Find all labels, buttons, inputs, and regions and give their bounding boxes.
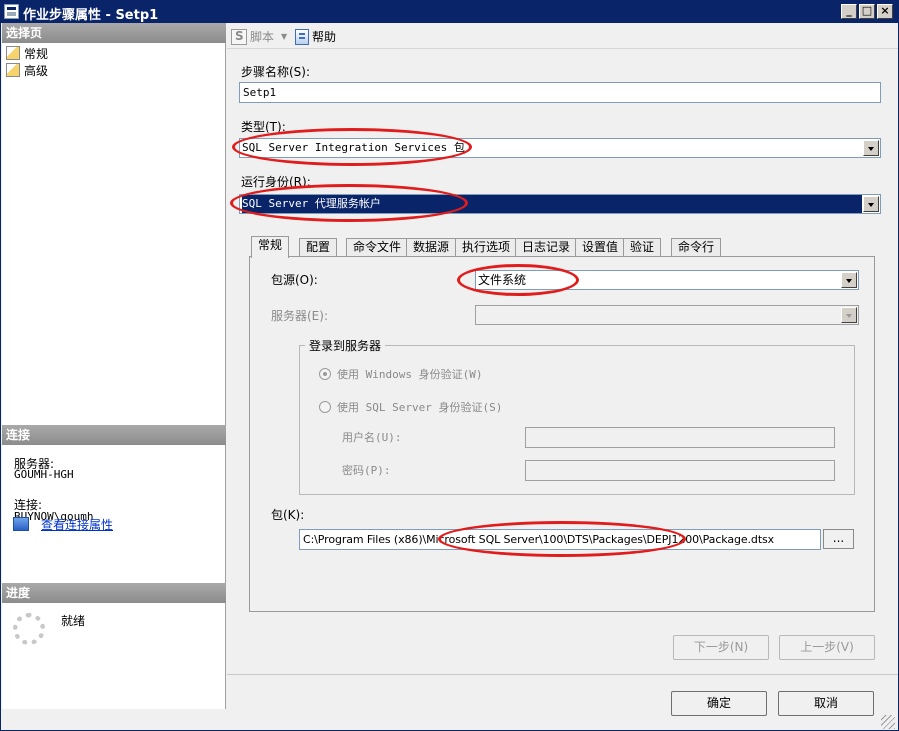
step-name-label: 步骤名称(S):	[241, 65, 311, 79]
minimize-button[interactable]: _	[841, 4, 857, 19]
package-label: 包(K):	[271, 508, 305, 522]
page-advanced-label: 高级	[24, 63, 49, 78]
toolbar: 脚本 ▼ 帮助	[227, 23, 898, 49]
server-value: GOUMH-HGH	[14, 468, 74, 481]
annotation-ellipse-package-path	[438, 521, 686, 557]
step-name-input[interactable]: Setp1	[239, 82, 881, 103]
password-input[interactable]	[525, 460, 835, 481]
connection-properties-icon	[13, 517, 29, 531]
view-connection-properties-link[interactable]: 查看连接属性	[41, 516, 113, 533]
tab-general[interactable]: 常规	[251, 236, 290, 258]
password-label: 密码(P):	[342, 464, 391, 477]
username-input[interactable]	[525, 427, 835, 448]
previous-step-button[interactable]: 上一步(V)	[779, 635, 875, 660]
script-icon	[231, 28, 247, 45]
footer-divider	[227, 674, 898, 675]
login-groupbox-title: 登录到服务器	[305, 337, 386, 354]
next-step-button[interactable]: 下一步(N)	[673, 635, 769, 660]
page-settings-icon	[6, 63, 20, 77]
annotation-ellipse-package-source	[457, 264, 579, 296]
select-page-header: 选择页	[2, 23, 226, 43]
help-button[interactable]: 帮助	[295, 28, 336, 45]
close-button[interactable]: ×	[877, 4, 893, 19]
maximize-button[interactable]: □	[859, 4, 875, 19]
radio-checked-icon	[319, 368, 331, 380]
script-label: 脚本	[250, 30, 275, 44]
chevron-down-icon[interactable]	[841, 307, 857, 323]
progress-spinner-icon	[13, 613, 45, 645]
sql-auth-radio[interactable]: 使用 SQL Server 身份验证(S)	[319, 399, 502, 415]
window-icon	[4, 4, 19, 19]
job-step-properties-window: 作业步骤属性 - Setp1 _ □ × 选择页 常规 高级 连接 服务器: G…	[0, 0, 899, 731]
page-general-label: 常规	[24, 46, 49, 61]
server-field-label: 服务器(E):	[271, 309, 328, 323]
annotation-ellipse-type	[232, 128, 472, 166]
page-settings-icon	[6, 46, 20, 60]
cancel-button[interactable]: 取消	[778, 691, 874, 716]
script-dropdown-arrow-icon[interactable]: ▼	[281, 32, 287, 41]
page-advanced[interactable]: 高级	[6, 62, 48, 78]
tab-set-values[interactable]: 设置值	[575, 238, 626, 257]
script-button[interactable]: 脚本 ▼	[231, 28, 287, 45]
tab-logging[interactable]: 日志记录	[515, 238, 578, 257]
tab-configuration[interactable]: 配置	[299, 238, 338, 257]
page-general[interactable]: 常规	[6, 45, 48, 61]
chevron-down-icon[interactable]	[841, 272, 857, 288]
annotation-ellipse-run-as	[230, 184, 468, 222]
connection-header: 连接	[2, 425, 226, 445]
resize-grip-icon[interactable]	[881, 715, 895, 729]
chevron-down-icon[interactable]	[863, 196, 879, 212]
radio-unchecked-icon	[319, 401, 331, 413]
ok-button[interactable]: 确定	[671, 691, 767, 716]
tab-verification[interactable]: 验证	[623, 238, 662, 257]
progress-status: 就绪	[61, 614, 86, 628]
package-source-label: 包源(O):	[271, 273, 318, 287]
chevron-down-icon[interactable]	[863, 140, 879, 156]
help-label: 帮助	[312, 30, 337, 44]
tab-command-line[interactable]: 命令行	[671, 238, 722, 257]
left-pane: 选择页 常规 高级 连接 服务器: GOUMH-HGH 连接: BUYNOW\g…	[2, 23, 226, 709]
windows-auth-radio[interactable]: 使用 Windows 身份验证(W)	[319, 366, 482, 382]
sql-auth-label: 使用 SQL Server 身份验证(S)	[337, 401, 503, 414]
username-label: 用户名(U):	[342, 431, 402, 444]
windows-auth-label: 使用 Windows 身份验证(W)	[337, 368, 483, 381]
tab-data-sources[interactable]: 数据源	[406, 238, 457, 257]
tab-execution-options[interactable]: 执行选项	[455, 238, 518, 257]
help-icon	[295, 28, 309, 45]
progress-header: 进度	[2, 583, 226, 603]
browse-package-button[interactable]: ...	[823, 529, 854, 549]
tab-command-files[interactable]: 命令文件	[346, 238, 409, 257]
title-bar[interactable]: 作业步骤属性 - Setp1 _ □ ×	[1, 1, 898, 23]
window-title: 作业步骤属性 - Setp1	[23, 8, 159, 23]
server-select[interactable]	[475, 305, 859, 325]
